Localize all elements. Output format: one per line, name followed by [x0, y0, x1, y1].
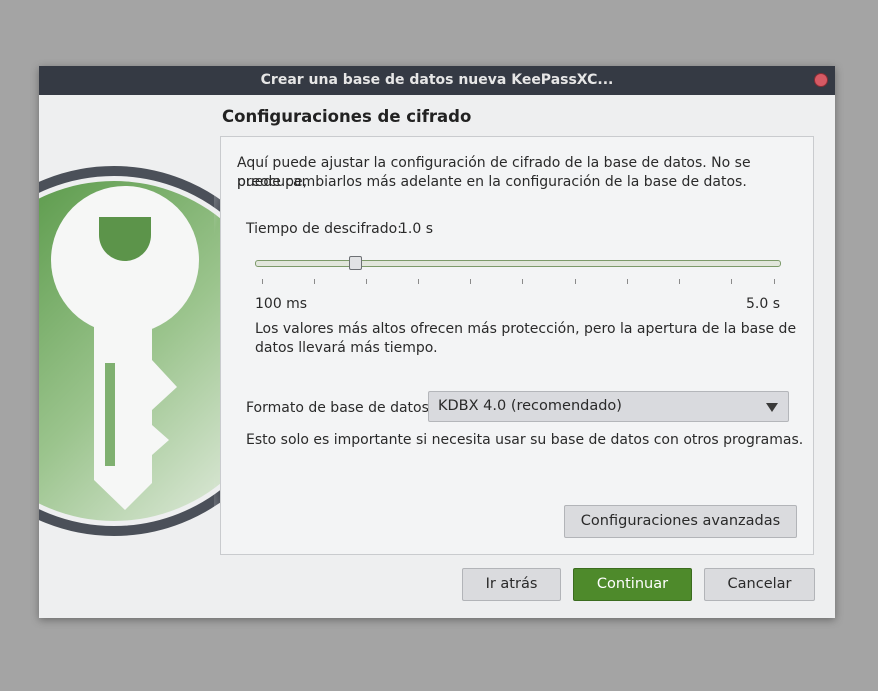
decryption-time-slider[interactable] — [255, 260, 781, 267]
database-format-value: KDBX 4.0 (recomendado) — [438, 398, 622, 414]
slider-tick — [470, 279, 471, 284]
intro-text-line2: puede cambiarlos más adelante en la conf… — [237, 174, 747, 190]
window-title: Crear una base de datos nueva KeePassXC.… — [260, 72, 614, 88]
slider-tick — [679, 279, 680, 284]
close-icon[interactable] — [814, 73, 828, 87]
decryption-note-line1: Los valores más altos ofrecen más protec… — [255, 321, 797, 337]
title-bar: Crear una base de datos nueva KeePassXC.… — [39, 66, 835, 95]
decryption-time-label: Tiempo de descifrado: — [246, 221, 402, 237]
database-format-select[interactable]: KDBX 4.0 (recomendado) — [428, 391, 789, 422]
advanced-settings-button[interactable]: Configuraciones avanzadas — [564, 505, 797, 538]
slider-max-label: 5.0 s — [745, 296, 780, 312]
database-format-note: Esto solo es importante si necesita usar… — [246, 432, 804, 448]
cancel-button[interactable]: Cancelar — [704, 568, 815, 601]
decryption-time-value: 1.0 s — [399, 221, 434, 237]
slider-tick — [314, 279, 315, 284]
slider-handle[interactable] — [349, 256, 362, 270]
dialog-window: Crear una base de datos nueva KeePassXC.… — [39, 66, 835, 618]
slider-tick — [522, 279, 523, 284]
slider-tick — [575, 279, 576, 284]
slider-min-label: 100 ms — [255, 296, 308, 312]
back-button[interactable]: Ir atrás — [462, 568, 561, 601]
continue-button[interactable]: Continuar — [573, 568, 692, 601]
slider-tick — [627, 279, 628, 284]
database-format-label: Formato de base de datos: — [246, 400, 434, 416]
slider-tick — [731, 279, 732, 284]
encryption-settings-panel: Aquí puede ajustar la configuración de c… — [220, 136, 814, 555]
section-title: Configuraciones de cifrado — [222, 107, 472, 126]
slider-tick — [366, 279, 367, 284]
chevron-down-icon — [766, 403, 778, 412]
decryption-note-line2: datos llevará más tiempo. — [255, 340, 438, 356]
slider-tick — [262, 279, 263, 284]
slider-tick — [774, 279, 775, 284]
slider-tick — [418, 279, 419, 284]
